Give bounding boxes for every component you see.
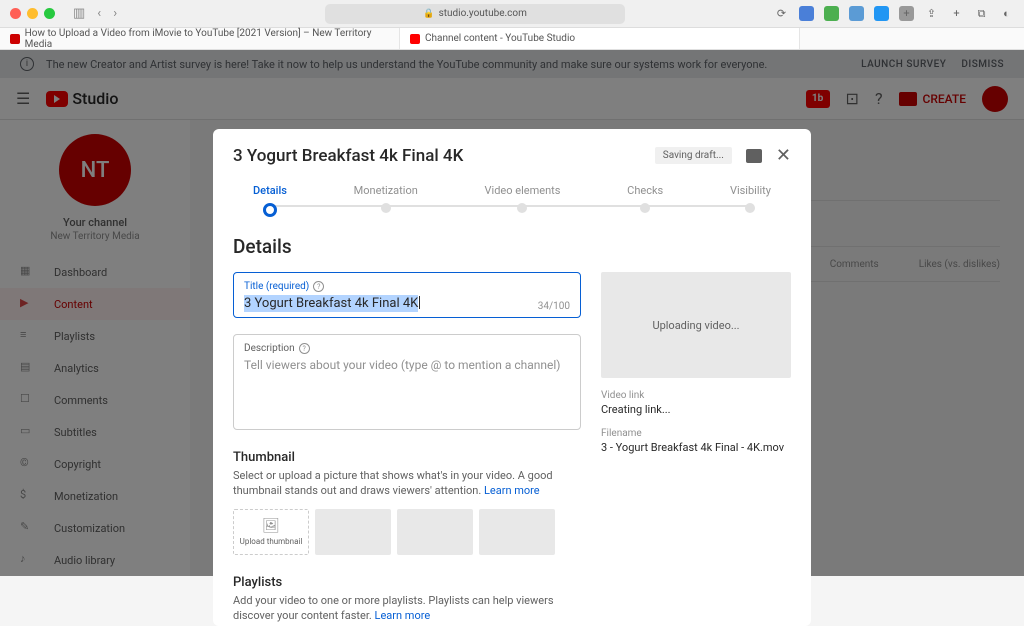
browser-toolbar: ▥ ‹ › 🔒 studio.youtube.com ⟳ + ⇪ + ⧉ ◐ xyxy=(0,0,1024,28)
address-bar[interactable]: 🔒 studio.youtube.com xyxy=(325,4,625,24)
minimize-window-icon[interactable] xyxy=(27,8,38,19)
playlists-heading: Playlists xyxy=(233,575,581,590)
browser-tab[interactable]: How to Upload a Video from iMovie to You… xyxy=(0,28,400,49)
image-upload-icon: 🖼 xyxy=(262,518,280,534)
reload-icon[interactable]: ⟳ xyxy=(774,6,789,21)
step-details[interactable]: Details xyxy=(253,184,287,217)
help-icon[interactable]: ? xyxy=(313,281,324,292)
learn-more-link[interactable]: Learn more xyxy=(375,609,431,622)
lock-icon: 🔒 xyxy=(423,9,434,19)
title-input[interactable]: 3 Yogurt Breakfast 4k Final 4K xyxy=(244,295,418,312)
extension-icon[interactable] xyxy=(849,6,864,21)
text-cursor xyxy=(419,296,420,309)
saving-status: Saving draft... xyxy=(655,147,732,164)
favicon-icon xyxy=(10,34,20,44)
maximize-window-icon[interactable] xyxy=(44,8,55,19)
video-preview: Uploading video... xyxy=(601,272,791,378)
step-checks[interactable]: Checks xyxy=(627,184,663,217)
playlists-description: Add your video to one or more playlists.… xyxy=(233,593,581,624)
thumbnail-description: Select or upload a picture that shows wh… xyxy=(233,468,581,499)
thumbnail-slot[interactable] xyxy=(315,509,391,555)
thumbnail-slot[interactable] xyxy=(397,509,473,555)
url-text: studio.youtube.com xyxy=(439,8,527,19)
learn-more-link[interactable]: Learn more xyxy=(484,484,540,497)
favicon-icon xyxy=(410,34,420,44)
close-icon[interactable]: ✕ xyxy=(776,145,791,166)
filename-value: 3 - Yogurt Breakfast 4k Final - 4K.mov xyxy=(601,441,791,454)
stepper: Details Monetization Video elements Chec… xyxy=(213,178,811,235)
filename-label: Filename xyxy=(601,428,791,439)
thumbnail-slot[interactable] xyxy=(479,509,555,555)
feedback-icon[interactable] xyxy=(746,149,762,163)
share-icon[interactable]: ⇪ xyxy=(924,6,939,21)
upload-thumbnail-button[interactable]: 🖼 Upload thumbnail xyxy=(233,509,309,555)
extension-icon[interactable] xyxy=(799,6,814,21)
forward-icon[interactable]: › xyxy=(113,6,117,21)
video-link-value: Creating link... xyxy=(601,403,791,416)
close-window-icon[interactable] xyxy=(10,8,21,19)
description-field[interactable]: Description? Tell viewers about your vid… xyxy=(233,334,581,430)
char-count: 34/100 xyxy=(538,301,570,312)
step-video-elements[interactable]: Video elements xyxy=(485,184,561,217)
video-link-label: Video link xyxy=(601,390,791,401)
browser-tab[interactable]: Channel content - YouTube Studio xyxy=(400,28,800,49)
step-visibility[interactable]: Visibility xyxy=(730,184,771,217)
thumbnail-heading: Thumbnail xyxy=(233,450,581,465)
help-icon[interactable]: ? xyxy=(299,343,310,354)
extension-icon[interactable] xyxy=(824,6,839,21)
extension-icon[interactable] xyxy=(874,6,889,21)
sidebar-toggle-icon[interactable]: ▥ xyxy=(73,6,85,21)
upload-dialog: 3 Yogurt Breakfast 4k Final 4K Saving dr… xyxy=(213,129,811,626)
step-monetization[interactable]: Monetization xyxy=(354,184,418,217)
description-placeholder: Tell viewers about your video (type @ to… xyxy=(244,358,570,372)
back-icon[interactable]: ‹ xyxy=(97,6,101,21)
browser-tabs: How to Upload a Video from iMovie to You… xyxy=(0,28,1024,50)
extension-icon[interactable]: + xyxy=(899,6,914,21)
tabs-icon[interactable]: ⧉ xyxy=(974,6,989,21)
title-field[interactable]: Title (required)? 3 Yogurt Breakfast 4k … xyxy=(233,272,581,318)
window-controls xyxy=(10,8,55,19)
dialog-title: 3 Yogurt Breakfast 4k Final 4K xyxy=(233,146,463,166)
reader-icon[interactable]: ◐ xyxy=(999,6,1014,21)
details-heading: Details xyxy=(233,235,791,258)
new-tab-icon[interactable]: + xyxy=(949,6,964,21)
